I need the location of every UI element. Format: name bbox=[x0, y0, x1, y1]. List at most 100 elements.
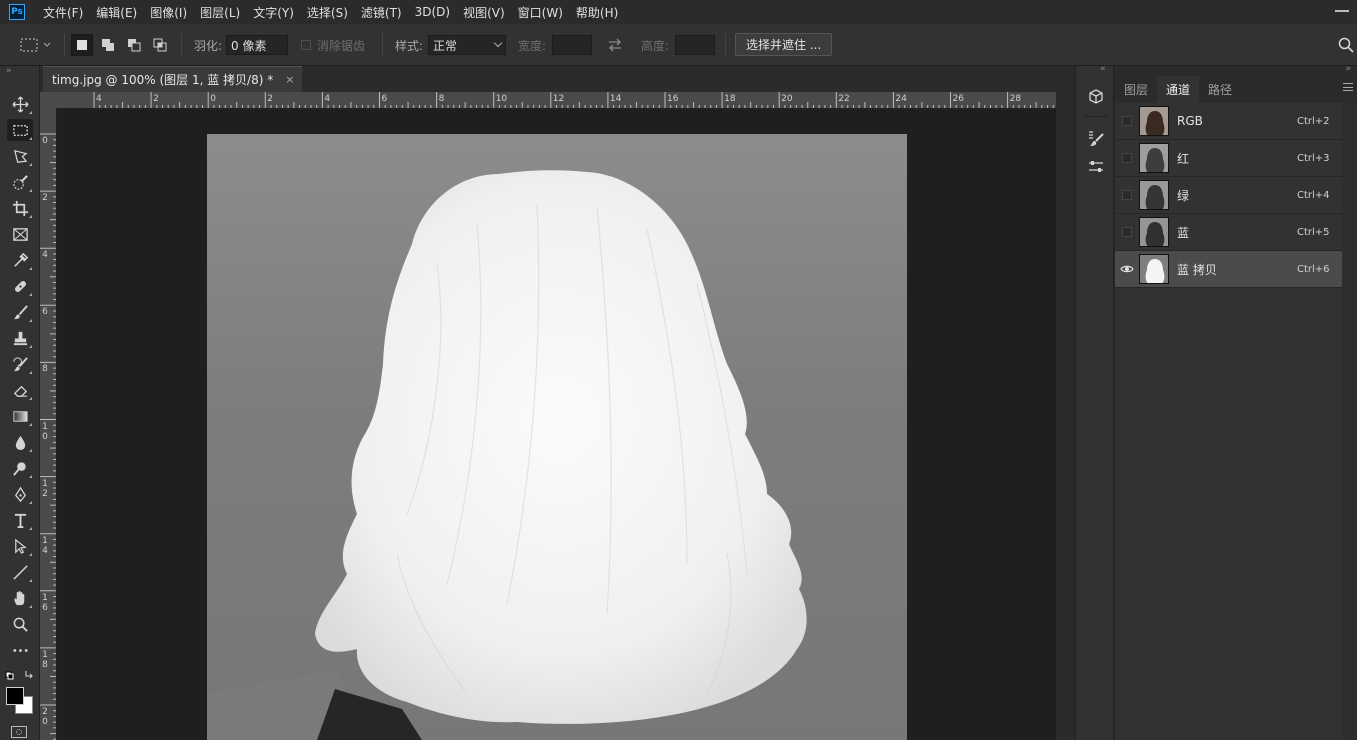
menu-window[interactable]: 窗口(W) bbox=[518, 4, 563, 21]
ruler-v-label: 8 bbox=[42, 364, 48, 375]
crop-tool[interactable] bbox=[7, 197, 33, 219]
swap-dimensions-button[interactable] bbox=[607, 24, 623, 66]
style-select-value: 正常 bbox=[433, 38, 458, 53]
more-tools[interactable] bbox=[7, 639, 33, 661]
zoom-icon bbox=[13, 617, 28, 632]
type-icon bbox=[14, 513, 26, 528]
canvas-area[interactable] bbox=[57, 109, 1056, 740]
minimize-icon[interactable] bbox=[1335, 10, 1349, 12]
channel-row-rgb[interactable]: RGB Ctrl+2 bbox=[1115, 103, 1342, 140]
tab-paths[interactable]: 路径 bbox=[1199, 76, 1241, 103]
panel-scrollbar[interactable] bbox=[1342, 103, 1357, 740]
menu-edit[interactable]: 编辑(E) bbox=[96, 4, 137, 21]
intersect-selection-button[interactable] bbox=[149, 34, 171, 56]
document-tab[interactable]: timg.jpg @ 100% (图层 1, 蓝 拷贝/8) * × bbox=[43, 66, 303, 92]
ruler-v-label: 18 bbox=[42, 649, 48, 670]
swap-default-colors-icon[interactable] bbox=[5, 669, 35, 681]
clone-stamp-tool[interactable] bbox=[7, 327, 33, 349]
channel-visibility-toggle[interactable] bbox=[1115, 116, 1139, 126]
history-brush-icon bbox=[12, 356, 28, 371]
menu-3d[interactable]: 3D(D) bbox=[415, 5, 450, 19]
options-bar: 羽化: 0 像素 消除锯齿 样式: 正常 宽度: 高度: 选择并遮住 ... bbox=[0, 24, 1357, 66]
menu-help[interactable]: 帮助(H) bbox=[576, 4, 618, 21]
brush-tool[interactable] bbox=[7, 301, 33, 323]
channel-visibility-toggle[interactable] bbox=[1115, 264, 1139, 274]
menu-filter[interactable]: 滤镜(T) bbox=[361, 4, 402, 21]
brush-settings-button[interactable] bbox=[1085, 128, 1107, 150]
quick-select-icon bbox=[12, 174, 28, 190]
menu-layer[interactable]: 图层(L) bbox=[200, 4, 240, 21]
canvas-vertical-scrollbar[interactable] bbox=[1056, 92, 1074, 740]
subtract-selection-button[interactable] bbox=[123, 34, 145, 56]
drop-icon bbox=[15, 435, 25, 450]
frame-tool[interactable] bbox=[7, 223, 33, 245]
ruler-h-label: 16 bbox=[667, 94, 679, 104]
tab-layers[interactable]: 图层 bbox=[1115, 76, 1157, 103]
move-tool[interactable] bbox=[7, 93, 33, 115]
search-button[interactable] bbox=[1338, 24, 1354, 66]
select-and-mask-button[interactable]: 选择并遮住 ... bbox=[735, 33, 833, 56]
add-selection-button[interactable] bbox=[97, 34, 119, 56]
ruler-v-label: 4 bbox=[42, 250, 48, 261]
horizontal-ruler[interactable]: 4 2 0 2 4 6 8 10 12 14 16 18 20 22 24 26 28 bbox=[56, 92, 1056, 109]
type-tool[interactable] bbox=[7, 509, 33, 531]
expand-panel-icon[interactable]: » bbox=[1345, 64, 1351, 74]
pen-icon bbox=[14, 486, 26, 502]
menu-image[interactable]: 图像(I) bbox=[150, 4, 187, 21]
channel-thumbnail bbox=[1139, 106, 1169, 136]
photoshop-logo: Ps bbox=[9, 4, 25, 20]
tab-channels[interactable]: 通道 bbox=[1157, 76, 1200, 103]
antialias-check-box[interactable] bbox=[301, 40, 311, 50]
line-tool[interactable] bbox=[7, 561, 33, 583]
rect-marquee-tool[interactable] bbox=[7, 119, 33, 141]
channel-row-blue[interactable]: 蓝 Ctrl+5 bbox=[1115, 214, 1342, 251]
quick-select-tool[interactable] bbox=[7, 171, 33, 193]
height-input[interactable] bbox=[675, 35, 716, 55]
document-image[interactable] bbox=[207, 134, 907, 740]
lasso-tool[interactable] bbox=[7, 145, 33, 167]
ruler-h-label: 6 bbox=[381, 94, 388, 104]
antialias-checkbox[interactable]: 消除锯齿 bbox=[301, 24, 365, 66]
menu-file[interactable]: 文件(F) bbox=[43, 4, 83, 21]
eyedropper-icon bbox=[13, 252, 28, 267]
pen-tool[interactable] bbox=[7, 483, 33, 505]
adjustments-button[interactable] bbox=[1085, 156, 1107, 178]
channel-shortcut: Ctrl+2 bbox=[1297, 115, 1330, 127]
channel-row-red[interactable]: 红 Ctrl+3 bbox=[1115, 140, 1342, 177]
ruler-origin[interactable] bbox=[40, 92, 57, 109]
hand-tool[interactable] bbox=[7, 587, 33, 609]
channel-visibility-toggle[interactable] bbox=[1115, 190, 1139, 200]
close-icon[interactable]: × bbox=[285, 73, 294, 86]
gradient-tool[interactable] bbox=[7, 405, 33, 427]
feather-input[interactable]: 0 像素 bbox=[226, 35, 289, 55]
dodge-tool[interactable] bbox=[7, 457, 33, 479]
width-input[interactable] bbox=[552, 35, 593, 55]
menu-type[interactable]: 文字(Y) bbox=[253, 4, 294, 21]
eraser-tool[interactable] bbox=[7, 379, 33, 401]
channel-row-blue-copy[interactable]: 蓝 拷贝 Ctrl+6 bbox=[1115, 251, 1342, 288]
path-select-tool[interactable] bbox=[7, 535, 33, 557]
vertical-ruler[interactable]: 0 2 4 6 8 10 12 14 16 18 20 bbox=[40, 108, 57, 740]
zoom-tool[interactable] bbox=[7, 613, 33, 635]
collapse-toolbar-icon[interactable]: » bbox=[6, 66, 12, 76]
ruler-h-label: 12 bbox=[552, 94, 565, 104]
quick-mask-button[interactable] bbox=[11, 726, 27, 738]
channel-row-green[interactable]: 绿 Ctrl+4 bbox=[1115, 177, 1342, 214]
menu-select[interactable]: 选择(S) bbox=[307, 4, 348, 21]
tool-preset-picker[interactable] bbox=[20, 24, 52, 66]
foreground-color-swatch[interactable] bbox=[6, 687, 24, 705]
history-brush-tool[interactable] bbox=[7, 353, 33, 375]
panel-menu-icon[interactable] bbox=[1343, 83, 1353, 91]
3d-panel-button[interactable] bbox=[1085, 86, 1107, 108]
new-selection-button[interactable] bbox=[71, 34, 93, 56]
quick-mask-icon bbox=[16, 729, 22, 735]
channel-visibility-toggle[interactable] bbox=[1115, 227, 1139, 237]
eyedropper-tool[interactable] bbox=[7, 249, 33, 271]
ruler-v-label: 2 bbox=[42, 193, 48, 204]
menu-view[interactable]: 视图(V) bbox=[463, 4, 505, 21]
channel-visibility-toggle[interactable] bbox=[1115, 153, 1139, 163]
blur-tool[interactable] bbox=[7, 431, 33, 453]
healing-brush-tool[interactable] bbox=[7, 275, 33, 297]
collapse-dock-icon[interactable]: « bbox=[1100, 64, 1106, 74]
style-select[interactable]: 正常 bbox=[428, 35, 507, 55]
